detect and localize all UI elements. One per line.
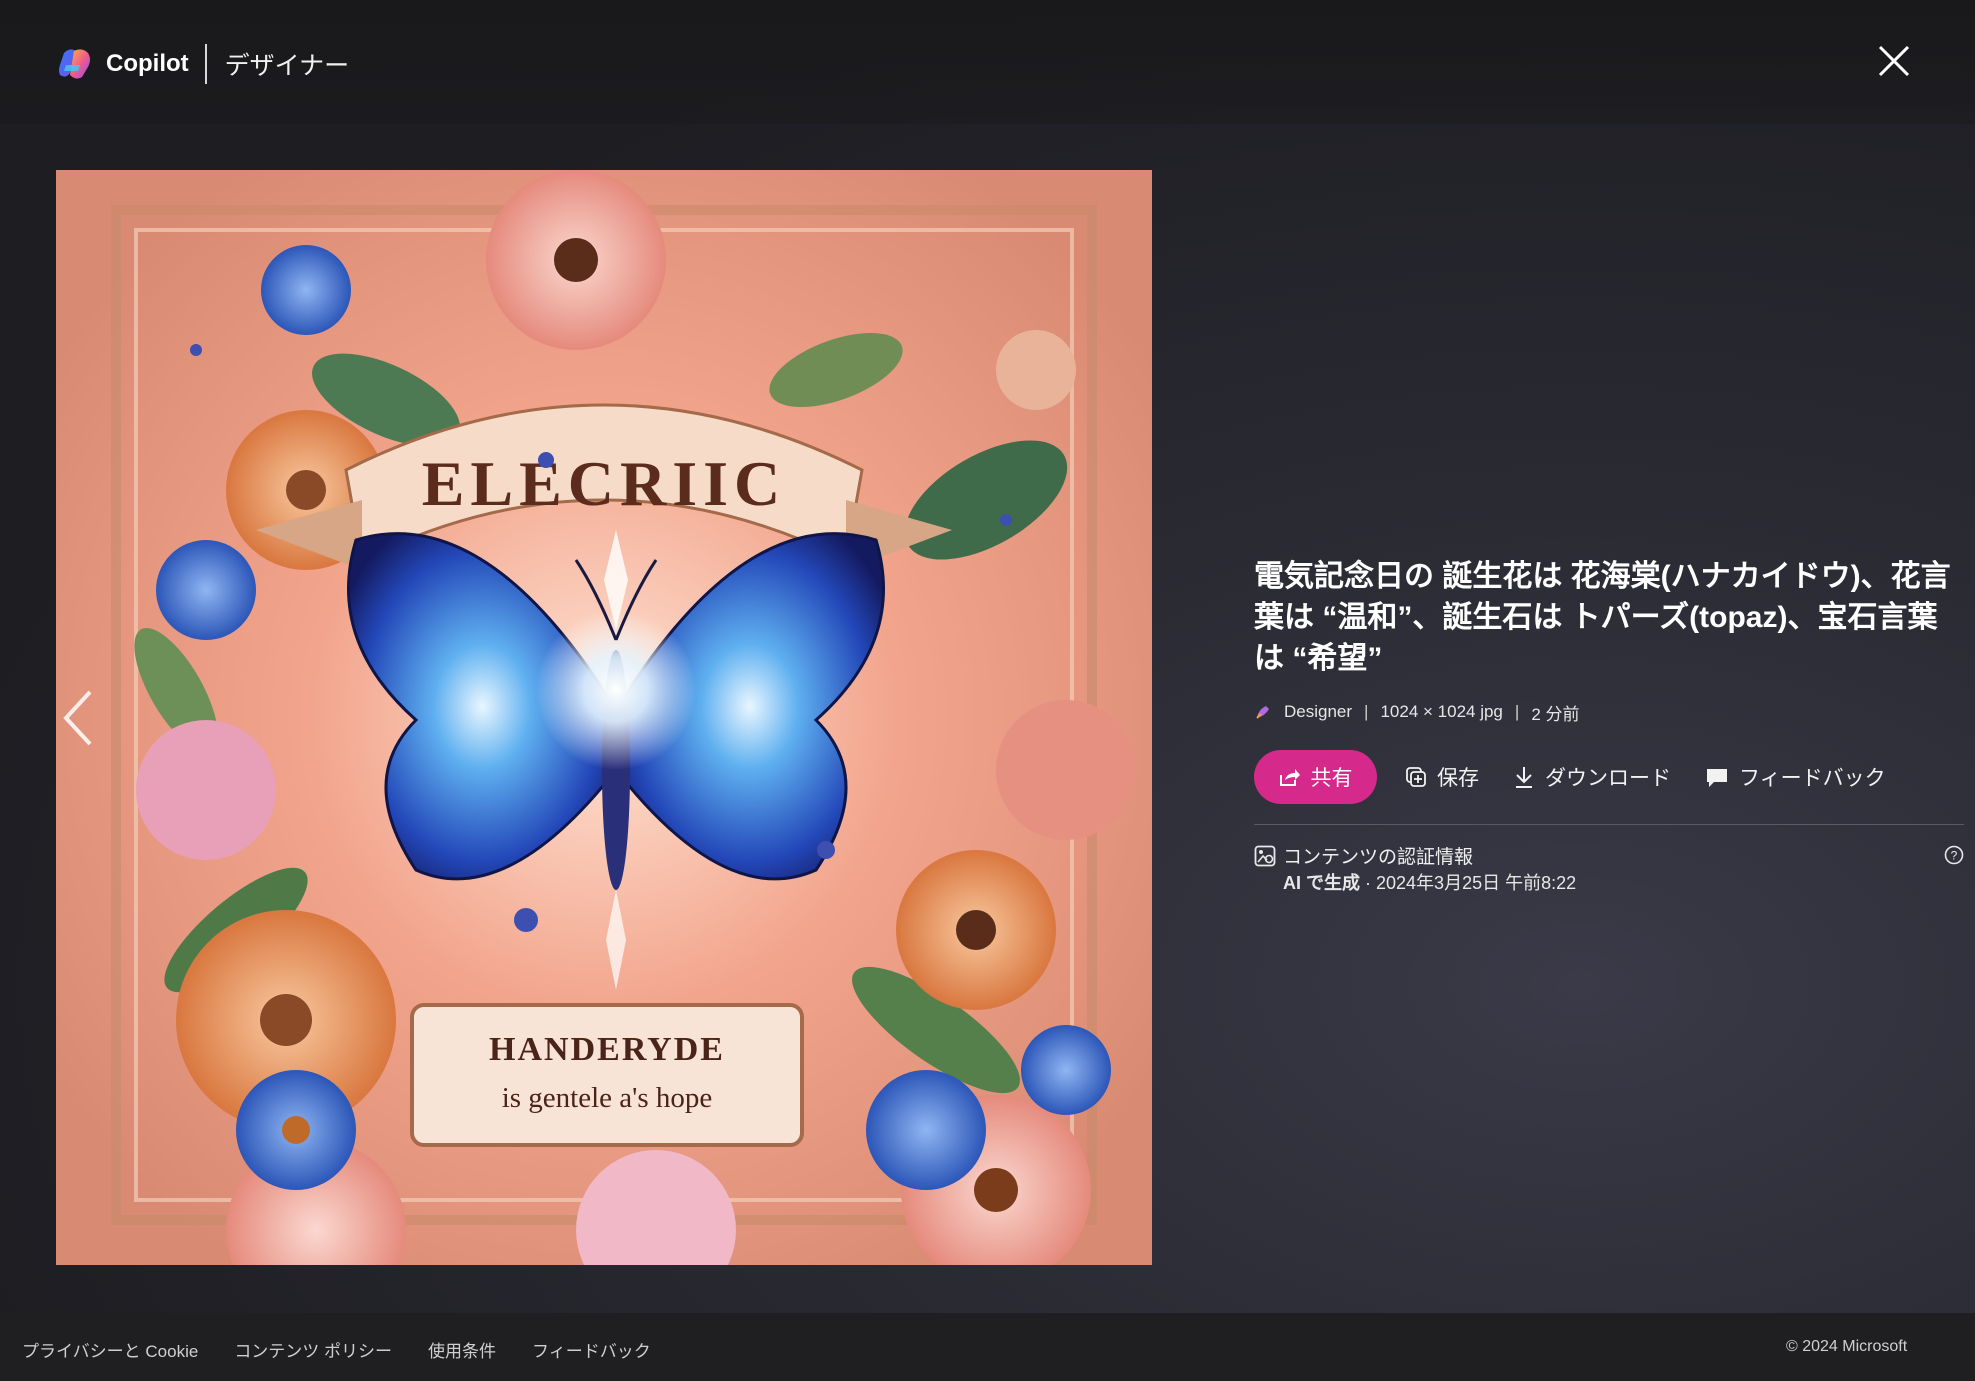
meta-source: Designer — [1284, 702, 1353, 721]
action-bar: 共有 保存 ダウンロード フィードバック — [1254, 750, 1964, 804]
copyright: © 2024 Microsoft — [1786, 1338, 1908, 1355]
top-bar: Copilot デザイナー — [0, 0, 1975, 124]
meta-age: 2 分前 — [1531, 704, 1580, 724]
share-button[interactable]: 共有 — [1254, 750, 1377, 804]
meta-separator: | — [1364, 702, 1369, 721]
help-icon[interactable]: ? — [1944, 845, 1964, 865]
footer-links: プライバシーと Cookie コンテンツ ポリシー 使用条件 フィードバック — [22, 1337, 687, 1362]
feedback-label: フィードバック — [1739, 767, 1886, 790]
butterfly-artwork: ELECRIIC HANDERYDE is gentele a's hope — [56, 170, 1152, 1265]
divider — [1254, 824, 1964, 825]
plaque-line2: is gentele a's hope — [502, 1082, 713, 1114]
content-credentials: コンテンツの認証情報 AI で生成 · 2024年3月25日 午前8:22 ? — [1254, 842, 1964, 898]
footer: プライバシーと Cookie コンテンツ ポリシー 使用条件 フィードバック ©… — [0, 1313, 1975, 1381]
generated-label: AI で生成 — [1283, 873, 1361, 893]
footer-link-terms[interactable]: 使用条件 — [428, 1337, 496, 1362]
image-meta: Designer | 1024 × 1024 jpg | 2 分前 — [1254, 701, 1964, 724]
save-label: 保存 — [1437, 767, 1479, 790]
image-info-panel: 電気記念日の 誕生花は 花海棠(ハナカイドウ)、花言葉は “温和”、誕生石は ト… — [1254, 556, 1964, 898]
footer-link-content-policy[interactable]: コンテンツ ポリシー — [234, 1337, 392, 1362]
download-button[interactable]: ダウンロード — [1513, 762, 1671, 792]
save-collection-icon — [1406, 767, 1426, 787]
download-icon — [1516, 767, 1532, 788]
generated-image: ELECRIIC HANDERYDE is gentele a's hope — [56, 170, 1152, 1265]
save-button[interactable]: 保存 — [1405, 762, 1479, 792]
brand-name: Copilot — [106, 50, 189, 77]
generated-detail: · 2024年3月25日 午前8:22 — [1360, 873, 1577, 893]
close-icon[interactable] — [1876, 43, 1912, 79]
download-label: ダウンロード — [1545, 767, 1671, 790]
footer-link-feedback[interactable]: フィードバック — [532, 1337, 651, 1362]
content-credentials-icon — [1254, 845, 1276, 867]
chevron-left-icon[interactable] — [60, 688, 96, 748]
banner-text: ELECRIIC — [422, 448, 787, 519]
footer-link-privacy[interactable]: プライバシーと Cookie — [22, 1337, 198, 1362]
meta-separator: | — [1514, 702, 1520, 721]
image-viewer: Copilot デザイナー ELECRIIC HANDERYDE is gent… — [0, 0, 1975, 1313]
feedback-icon — [1707, 769, 1727, 787]
share-icon — [1279, 769, 1300, 786]
svg-text:?: ? — [1951, 849, 1958, 863]
designer-icon — [1256, 706, 1269, 719]
copilot-logo-icon — [59, 49, 90, 79]
meta-dimensions: 1024 × 1024 jpg — [1380, 702, 1503, 721]
product-name: デザイナー — [224, 52, 350, 80]
brand[interactable]: Copilot デザイナー — [56, 44, 349, 84]
share-label: 共有 — [1310, 767, 1353, 790]
image-title: 電気記念日の 誕生花は 花海棠(ハナカイドウ)、花言葉は “温和”、誕生石は ト… — [1254, 560, 1951, 675]
brand-divider — [204, 44, 207, 84]
credentials-title: コンテンツの認証情報 — [1283, 847, 1474, 868]
feedback-button[interactable]: フィードバック — [1705, 762, 1886, 792]
plaque-line1: HANDERYDE — [489, 1031, 725, 1068]
credentials-detail: AI で生成 · 2024年3月25日 午前8:22 — [1283, 869, 1576, 895]
